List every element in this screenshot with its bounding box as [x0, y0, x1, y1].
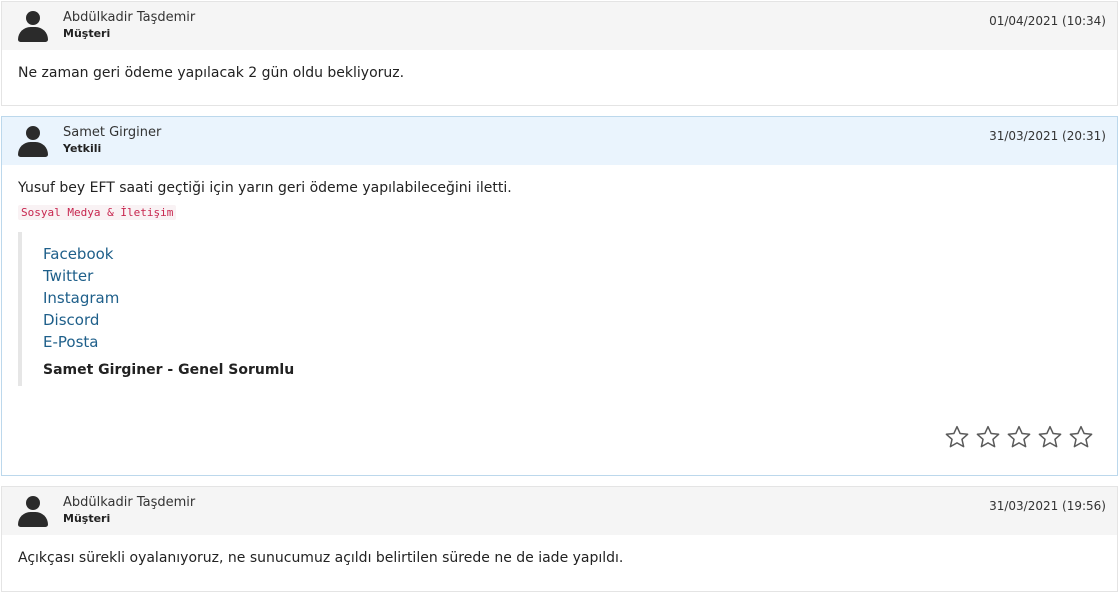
reply-header: Abdülkadir Taşdemir Müşteri 01/04/2021 (… [2, 2, 1117, 50]
reply-body: Yusuf bey EFT saati geçtiği için yarın g… [2, 165, 1117, 475]
author-role: Yetkili [63, 142, 102, 155]
user-avatar-icon [18, 496, 48, 528]
reply-header: Samet Girginer Yetkili 31/03/2021 (20:31… [2, 117, 1117, 165]
ticket-reply-client: Abdülkadir Taşdemir Müşteri 31/03/2021 (… [1, 486, 1118, 592]
reply-text: Açıkçası sürekli oyalanıyoruz, ne sunucu… [18, 550, 624, 566]
author-name: Abdülkadir Taşdemir [63, 10, 196, 25]
reply-text: Ne zaman geri ödeme yapılacak 2 gün oldu… [18, 65, 405, 81]
user-avatar-icon [18, 126, 48, 158]
code-tag: Sosyal Medya & İletişim [18, 205, 177, 220]
reply-date: 31/03/2021 (20:31) [989, 129, 1106, 143]
author-role: Müşteri [63, 512, 111, 525]
link-e-posta[interactable]: E-Posta [43, 331, 538, 353]
ticket-reply-staff: Samet Girginer Yetkili 31/03/2021 (20:31… [1, 116, 1118, 476]
ticket-reply-client: Abdülkadir Taşdemir Müşteri 01/04/2021 (… [1, 1, 1118, 106]
author-role: Müşteri [63, 27, 111, 40]
star-1-icon[interactable] [943, 424, 971, 450]
ticket-thread: Abdülkadir Taşdemir Müşteri 01/04/2021 (… [0, 0, 1119, 600]
link-twitter[interactable]: Twitter [43, 265, 538, 287]
reply-body: Ne zaman geri ödeme yapılacak 2 gün oldu… [2, 50, 1117, 81]
staff-signature: Samet Girginer - Genel Sorumlu [43, 362, 295, 378]
reply-body: Açıkçası sürekli oyalanıyoruz, ne sunucu… [2, 535, 1117, 566]
author-name: Samet Girginer [63, 125, 162, 140]
link-instagram[interactable]: Instagram [43, 287, 538, 309]
link-facebook[interactable]: Facebook [43, 243, 538, 265]
reply-header: Abdülkadir Taşdemir Müşteri 31/03/2021 (… [2, 487, 1117, 535]
star-2-icon[interactable] [974, 424, 1002, 450]
rating-stars [943, 424, 1095, 450]
signature-blockquote: Facebook Twitter Instagram Discord E-Pos… [18, 232, 538, 386]
star-3-icon[interactable] [1005, 424, 1033, 450]
link-discord[interactable]: Discord [43, 309, 538, 331]
star-4-icon[interactable] [1036, 424, 1064, 450]
star-5-icon[interactable] [1067, 424, 1095, 450]
user-avatar-icon [18, 11, 48, 43]
reply-text: Yusuf bey EFT saati geçtiği için yarın g… [18, 180, 512, 196]
author-name: Abdülkadir Taşdemir [63, 495, 196, 510]
reply-date: 31/03/2021 (19:56) [989, 499, 1106, 513]
reply-date: 01/04/2021 (10:34) [989, 14, 1106, 28]
